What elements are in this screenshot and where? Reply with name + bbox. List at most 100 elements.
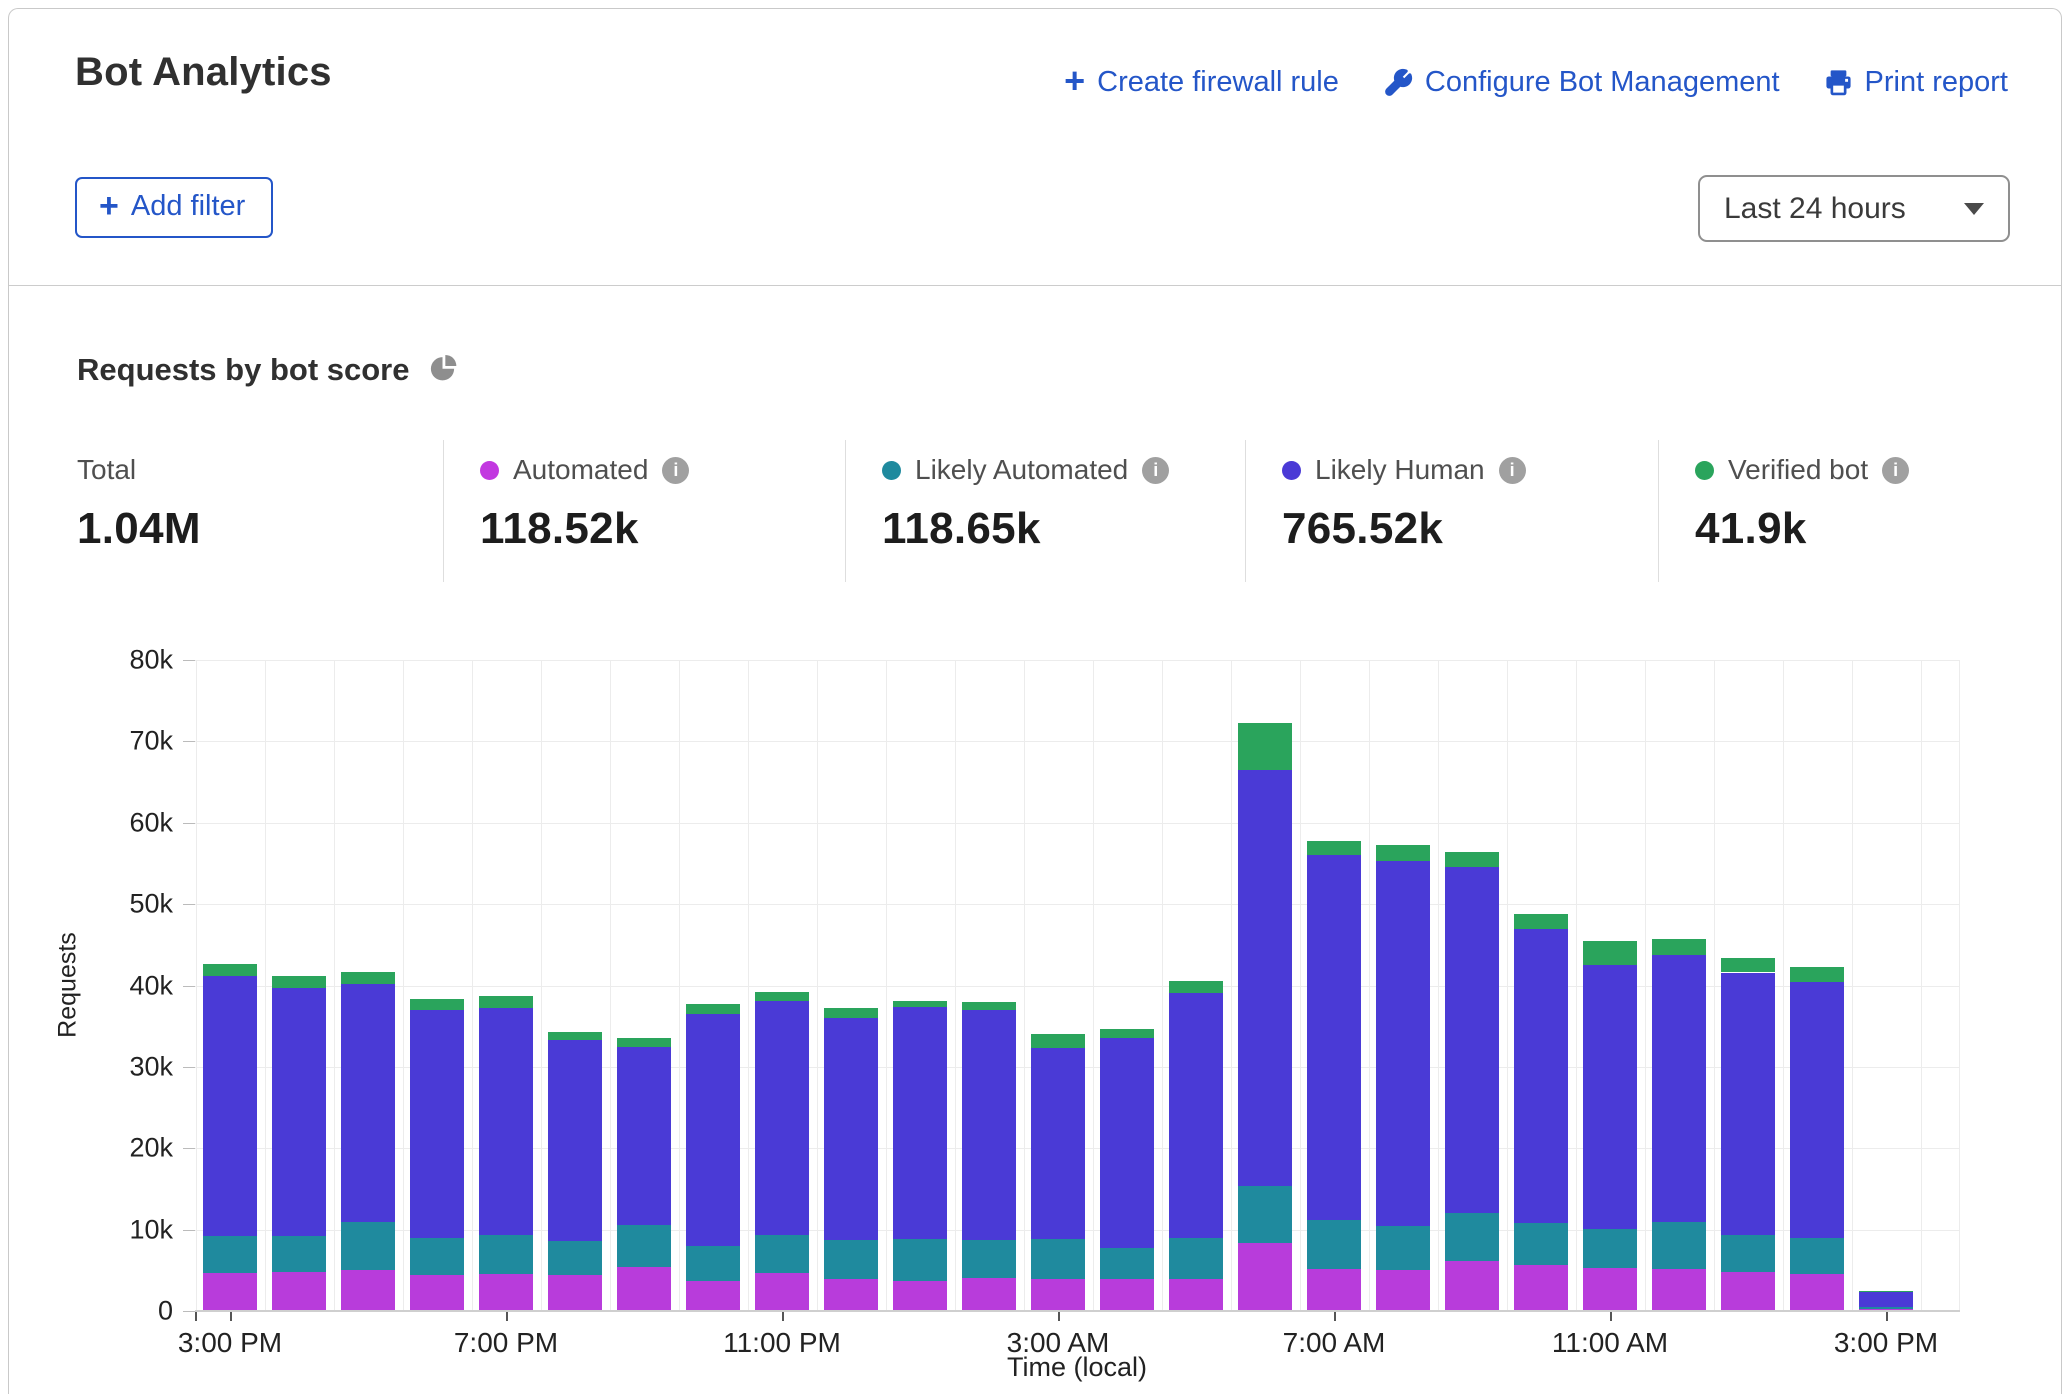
wrench-icon bbox=[1383, 68, 1413, 98]
bar bbox=[617, 660, 671, 1311]
bar-segment-verified-bot bbox=[1376, 845, 1430, 861]
bar-segment-verified-bot bbox=[1790, 967, 1844, 982]
info-icon[interactable]: i bbox=[1142, 457, 1169, 484]
bar bbox=[1169, 660, 1223, 1311]
bar-segment-automated bbox=[1583, 1268, 1637, 1311]
bar bbox=[1376, 660, 1430, 1311]
bar-segment-likely-automated bbox=[1169, 1238, 1223, 1280]
print-report-link[interactable]: Print report bbox=[1824, 66, 2008, 99]
x-tick-label: 7:00 AM bbox=[1283, 1327, 1386, 1359]
bar-segment-likely-automated bbox=[1100, 1248, 1154, 1279]
bar-segment-verified-bot bbox=[1307, 841, 1361, 856]
y-tick-label: 20k bbox=[129, 1133, 173, 1164]
bar-segment-verified-bot bbox=[479, 996, 533, 1008]
bar-segment-likely-automated bbox=[1514, 1223, 1568, 1265]
x-tick-label: 11:00 AM bbox=[1552, 1327, 1668, 1359]
y-tick-label: 0 bbox=[158, 1296, 173, 1327]
x-tick bbox=[782, 1312, 784, 1321]
info-icon[interactable]: i bbox=[662, 457, 689, 484]
bar-segment-likely-human bbox=[755, 1001, 809, 1235]
stat-verified-bot: Verified bot i 41.9k bbox=[1658, 440, 2070, 582]
configure-bot-management-label: Configure Bot Management bbox=[1425, 66, 1780, 99]
bar-segment-likely-automated bbox=[203, 1236, 257, 1273]
bar-segment-likely-automated bbox=[341, 1222, 395, 1270]
y-tick-label: 10k bbox=[129, 1214, 173, 1245]
bar bbox=[479, 660, 533, 1311]
create-firewall-rule-label: Create firewall rule bbox=[1097, 66, 1339, 99]
bar-segment-automated bbox=[1652, 1269, 1706, 1311]
bar-segment-likely-human bbox=[962, 1010, 1016, 1240]
bar-segment-automated bbox=[272, 1272, 326, 1311]
bar-segment-verified-bot bbox=[1445, 852, 1499, 867]
bar-segment-likely-human bbox=[548, 1040, 602, 1241]
info-icon[interactable]: i bbox=[1882, 457, 1909, 484]
y-tick bbox=[183, 660, 195, 661]
stat-label: Automated bbox=[513, 454, 648, 486]
bar-segment-verified-bot bbox=[203, 964, 257, 975]
bar-segment-automated bbox=[1376, 1270, 1430, 1311]
bar-segment-likely-human bbox=[617, 1047, 671, 1225]
bar-segment-verified-bot bbox=[1031, 1034, 1085, 1049]
y-tick-label: 30k bbox=[129, 1051, 173, 1082]
bar-segment-verified-bot bbox=[1859, 1291, 1913, 1292]
bar-segment-automated bbox=[479, 1274, 533, 1311]
likely-human-legend-dot bbox=[1282, 461, 1301, 480]
bar-segment-verified-bot bbox=[755, 992, 809, 1001]
y-tick bbox=[183, 904, 195, 905]
bar-segment-likely-human bbox=[341, 984, 395, 1222]
bar-segment-automated bbox=[893, 1281, 947, 1311]
bar-segment-automated bbox=[1445, 1261, 1499, 1311]
likely-automated-legend-dot bbox=[882, 461, 901, 480]
bar bbox=[755, 660, 809, 1311]
bar-segment-likely-automated bbox=[686, 1246, 740, 1281]
create-firewall-rule-link[interactable]: + Create firewall rule bbox=[1064, 66, 1339, 99]
bar-segment-verified-bot bbox=[1169, 981, 1223, 992]
bar-segment-verified-bot bbox=[1100, 1029, 1154, 1038]
bar bbox=[893, 660, 947, 1311]
stat-likely-human: Likely Human i 765.52k bbox=[1245, 440, 1658, 582]
bar-segment-verified-bot bbox=[1721, 958, 1775, 973]
y-tick bbox=[183, 1230, 195, 1231]
bar bbox=[962, 660, 1016, 1311]
x-axis-title: Time (local) bbox=[1007, 1352, 1147, 1383]
bar-segment-likely-human bbox=[1583, 965, 1637, 1229]
bar-segment-likely-human bbox=[1859, 1292, 1913, 1307]
bar bbox=[1790, 660, 1844, 1311]
stat-label: Total bbox=[77, 454, 136, 486]
info-icon[interactable]: i bbox=[1499, 457, 1526, 484]
configure-bot-management-link[interactable]: Configure Bot Management bbox=[1383, 66, 1780, 99]
bar-segment-likely-human bbox=[1721, 973, 1775, 1236]
time-range-dropdown[interactable]: Last 24 hours bbox=[1698, 175, 2010, 242]
bar bbox=[1031, 660, 1085, 1311]
add-filter-button[interactable]: + Add filter bbox=[75, 177, 273, 238]
bar-segment-likely-automated bbox=[617, 1225, 671, 1267]
bar-segment-automated bbox=[1790, 1274, 1844, 1311]
bar-segment-likely-automated bbox=[1583, 1229, 1637, 1268]
bar-segment-likely-automated bbox=[1445, 1213, 1499, 1261]
y-tick-label: 80k bbox=[129, 645, 173, 676]
bar-segment-verified-bot bbox=[617, 1038, 671, 1046]
bar-segment-automated bbox=[1238, 1243, 1292, 1311]
bar-segment-likely-automated bbox=[479, 1235, 533, 1273]
stat-total: Total 1.04M bbox=[0, 440, 443, 582]
bar bbox=[341, 660, 395, 1311]
bar-segment-likely-automated bbox=[893, 1239, 947, 1281]
bar-segment-likely-automated bbox=[1652, 1222, 1706, 1269]
stat-value: 41.9k bbox=[1695, 504, 2070, 554]
bar-segment-likely-automated bbox=[824, 1240, 878, 1279]
bar-segment-verified-bot bbox=[1238, 723, 1292, 770]
bar-segment-likely-human bbox=[1652, 955, 1706, 1222]
bar-segment-automated bbox=[548, 1275, 602, 1311]
stat-label: Likely Human bbox=[1315, 454, 1485, 486]
x-tick bbox=[1610, 1312, 1612, 1321]
bar-segment-likely-automated bbox=[1859, 1307, 1913, 1309]
bar-segment-verified-bot bbox=[548, 1032, 602, 1040]
stat-value: 118.65k bbox=[882, 504, 1245, 554]
y-tick bbox=[183, 1067, 195, 1068]
plus-icon: + bbox=[99, 195, 119, 217]
x-tick-label: 11:00 PM bbox=[723, 1327, 841, 1359]
y-tick-label: 40k bbox=[129, 970, 173, 1001]
y-tick-label: 60k bbox=[129, 807, 173, 838]
bar-segment-likely-automated bbox=[1031, 1239, 1085, 1280]
bar-segment-verified-bot bbox=[341, 972, 395, 983]
